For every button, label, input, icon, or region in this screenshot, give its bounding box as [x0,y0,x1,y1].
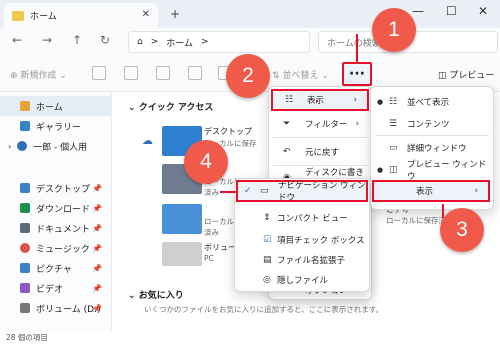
navigation-pane: ホーム ギャラリー › 一郎 - 個人用 デスクトップ 📌 ダウンロード 📌 ドキュ… [0,92,112,332]
sidebar-item-pictures[interactable]: ピクチャ 📌 [0,258,112,278]
tab-title: ホーム [30,12,57,22]
copy-icon[interactable] [124,66,138,80]
menu-item-view[interactable]: ☷ 表示 › [271,89,369,111]
address-bar: ← → ↑ ↻ ⌂ > ホーム > ホームの検索 [0,28,500,56]
quick-access-header[interactable]: ⌄ クイック アクセス [128,100,213,113]
breadcrumb-home[interactable]: ホーム [166,36,193,49]
pin-icon: 📌 [92,303,102,313]
sort-button[interactable]: ⇅ 並べ替え ⌄ [272,68,329,81]
navigation-pane-icon: ▭ [260,186,269,196]
sidebar-item-documents[interactable]: ドキュメント 📌 [0,218,112,238]
up-icon[interactable]: ↑ [72,33,82,47]
cloud-icon [17,141,28,151]
document-icon [20,223,30,233]
picture-icon [20,263,30,273]
maximize-button[interactable]: ☐ [446,4,457,18]
file-extension-icon: ▤ [263,255,272,265]
step-badge-1: 1 [372,8,416,52]
sidebar-item-volume-d[interactable]: ボリューム (D:) 📌 [0,298,112,318]
drive-icon [20,303,30,313]
checkmark-icon: ✓ [244,186,252,196]
desktop-icon [20,183,30,193]
undo-icon: ↶ [283,147,291,157]
rename-icon[interactable] [188,66,202,80]
menu-item-filter[interactable]: ⏷ フィルター › [271,113,369,135]
back-icon[interactable]: ← [12,33,22,47]
menu-item-undo[interactable]: ↶ 元に戻す [271,141,369,163]
details-pane-icon: ▭ [389,143,398,153]
step-badge-4: 4 [184,140,228,184]
home-icon [20,101,30,111]
menu-item-content[interactable]: ☰ コンテンツ [373,113,491,135]
view-icon: ☷ [285,95,294,105]
preview-button[interactable]: ◫ プレビュー [438,68,494,81]
sidebar-item-onedrive[interactable]: › 一郎 - 個人用 [0,136,112,156]
drive-thumbnail [162,242,202,266]
sidebar-item-desktop[interactable]: デスクトップ 📌 [0,178,112,198]
music-icon [20,243,30,253]
gallery-icon [20,121,30,131]
sidebar-item-gallery[interactable]: ギャラリー [0,116,112,136]
folder-icon [12,10,24,21]
cloud-status-icon: ☁ [142,134,153,147]
annotation-line [356,34,358,62]
bullet-icon: ● [377,166,384,174]
chevron-right-icon: › [353,95,357,105]
favorites-hint: いくつかのファイルをお気に入りに追加すると、ここに表示されます。 [144,305,383,314]
menu-item-navigation-pane[interactable]: ✓ ▭ ナビゲーション ウィンドウ [236,180,368,203]
favorites-header[interactable]: ⌄ お気に入り [128,288,184,301]
sidebar-item-videos[interactable]: ビデオ 📌 [0,278,112,298]
menu-item-hidden-files[interactable]: ◎ 隠しファイル [261,269,369,291]
menu-item-preview-pane[interactable]: ● ◫ プレビュー ウィンドウ [373,159,491,182]
home-icon: ⌂ [137,37,143,47]
annotation-line [220,191,236,193]
menu-item-show[interactable]: 表示 › [372,180,490,202]
menu-item-tiles[interactable]: ● ☷ 並べて表示 [373,91,491,113]
pin-icon: 📌 [92,203,102,213]
pin-icon: 📌 [92,223,102,233]
compact-view-icon: ⇕ [263,213,271,223]
more-options-button[interactable]: ··· [342,62,372,86]
sidebar-item-downloads[interactable]: ダウンロード 📌 [0,198,112,218]
filter-icon: ⏷ [283,119,291,129]
pin-icon: 📌 [92,243,102,253]
new-button[interactable]: ⊕ 新規作成 ⌄ [10,68,67,81]
new-tab-button[interactable]: + [170,7,180,21]
breadcrumb[interactable]: ⌂ > ホーム > [128,31,310,53]
title-bar: ホーム ✕ + — ☐ ✕ [0,0,500,28]
checkbox-icon: ☑ [263,235,272,245]
folder-thumbnail [162,204,202,234]
chevron-right-icon[interactable]: › [8,142,11,151]
sidebar-item-music[interactable]: ミュージック 📌 [0,238,112,258]
pin-icon: 📌 [92,183,102,193]
tiles-icon: ☷ [389,97,398,107]
content-icon: ☰ [389,119,398,129]
menu-item-file-extensions[interactable]: ▤ ファイル名拡張子 [261,249,369,271]
annotation-line [316,100,318,102]
status-bar: 28 個の項目 [0,332,500,344]
menu-item-details-pane[interactable]: ▭ 詳細ウィンドウ [373,137,491,159]
chevron-right-icon: › [355,119,359,129]
menu-item-checkboxes[interactable]: ☑ 項目チェック ボックス [261,229,369,251]
tab-close-icon[interactable]: ✕ [142,9,150,20]
paste-icon[interactable] [156,66,170,80]
menu-item-compact-view[interactable]: ⇕ コンパクト ビュー [261,207,369,229]
preview-pane-icon: ◫ [389,165,398,175]
refresh-icon[interactable]: ↻ [100,33,110,47]
close-button[interactable]: ✕ [478,4,488,18]
chevron-right-icon: › [474,186,478,196]
forward-icon[interactable]: → [42,33,52,47]
video-icon [20,283,30,293]
download-icon [20,203,30,213]
step-badge-3: 3 [440,208,484,252]
eye-icon: ◎ [263,275,271,285]
pin-icon: 📌 [92,263,102,273]
cut-icon[interactable] [92,66,106,80]
sidebar-item-home[interactable]: ホーム [0,96,112,116]
minimize-button[interactable]: — [412,4,424,18]
tab-home[interactable]: ホーム ✕ [4,3,158,28]
step-badge-2: 2 [226,54,270,98]
pin-icon: 📌 [92,283,102,293]
bullet-icon: ● [377,98,384,106]
